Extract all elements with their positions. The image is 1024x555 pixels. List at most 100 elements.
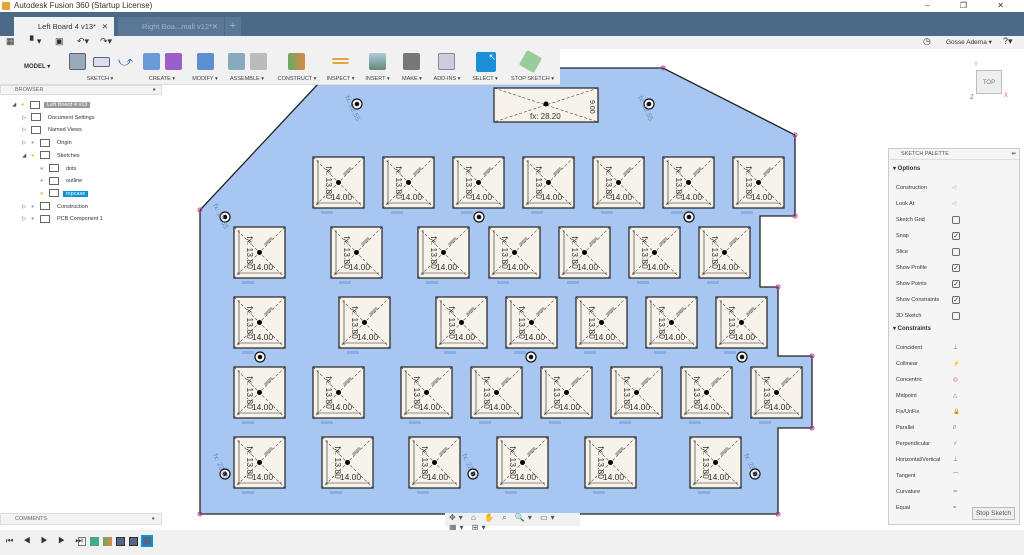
add-comment-icon[interactable]: ● [152,514,155,525]
visibility-bulb-icon[interactable]: ● [40,164,49,174]
height-dimension[interactable]: fx: 13.80 [657,306,667,339]
height-dimension[interactable]: fx: 13.80 [245,376,255,409]
browser-node-dots[interactable]: ● dots [40,164,79,174]
timeline-component-icon[interactable] [78,537,86,546]
key-cutout[interactable]: 14.00fx: 13.80 [408,436,461,494]
checkbox[interactable]: ✓ [952,232,960,240]
timeline-active-sketch-icon[interactable] [141,535,153,547]
key-cutout[interactable]: 14.00fx: 13.80 [470,366,523,424]
palette-section-header[interactable]: ▾ Options [893,165,920,172]
height-dimension[interactable]: fx: 13.80 [692,376,702,409]
spline-icon[interactable]: ⤻ [117,53,134,70]
view-cube[interactable]: TOP [976,70,1002,94]
expand-toggle-icon[interactable]: ◢ [22,151,31,161]
3d-print-icon[interactable] [403,53,420,70]
key-cutout[interactable]: 14.00fx: 13.80 [312,156,365,214]
stop-sketch-button[interactable]: Stop Sketch [971,507,1015,520]
key-cutout[interactable]: 14.00fx: 13.80 [452,156,505,214]
key-cutout[interactable]: 14.00fx: 13.80 [540,366,593,424]
key-cutout[interactable]: 14.00fx: 13.80 [338,296,391,354]
visibility-bulb-icon[interactable]: ● [21,100,30,110]
palette-option[interactable]: Construction ◁ [896,181,1011,195]
insert-image-icon[interactable] [369,53,386,70]
top-box-width-dimension[interactable]: fx: 28.20 [530,112,561,121]
height-dimension[interactable]: fx: 13.80 [596,446,606,479]
select-icon[interactable]: ↖ [476,52,496,72]
height-dimension[interactable]: fx: 13.80 [429,236,439,269]
top-box[interactable]: fx: 28.20 9.00 [493,87,599,123]
height-dimension[interactable]: fx: 13.80 [534,166,544,199]
height-dimension[interactable]: fx: 13.80 [447,306,457,339]
key-cutout[interactable]: 14.00fx: 13.80 [496,436,549,494]
timeline-plane-icon[interactable] [103,537,112,546]
select-group[interactable]: ↖ SELECT ▾ [467,49,503,85]
constraint-coincident[interactable]: Coincident ⊥ [896,341,1011,355]
expand-toggle-icon[interactable]: ▷ [22,125,31,135]
height-dimension[interactable]: fx: 13.80 [701,446,711,479]
key-cutout[interactable]: 14.00fx: 13.80 [610,366,663,424]
height-dimension[interactable]: fx: 13.80 [640,236,650,269]
key-cutout[interactable]: 14.00fx: 13.80 [750,366,803,424]
measure-icon[interactable] [332,58,349,64]
navigation-bar[interactable]: ✥▾ ⌂ ✋ ⌕ 🔍▾ ▭▾ ▦▾ ⊞▾ [445,513,580,532]
palette-option[interactable]: Show Constraints ✓ [896,293,1011,307]
stop-sketch-group[interactable]: STOP SKETCH ▾ [505,49,560,85]
constraint-midpoint[interactable]: Midpoint △ [896,389,1011,403]
browser-node-outline[interactable]: ● outline [40,176,85,186]
height-dimension[interactable]: fx: 13.80 [727,306,737,339]
height-dimension[interactable]: fx: 13.80 [500,236,510,269]
height-dimension[interactable]: fx: 13.80 [604,166,614,199]
height-dimension[interactable]: fx: 13.80 [482,376,492,409]
browser-node-document-settings[interactable]: ▷ Document Settings [22,113,97,123]
key-cutout[interactable]: 14.00fx: 13.80 [689,436,742,494]
key-cutout[interactable]: 14.00fx: 13.80 [312,366,365,424]
key-cutout[interactable]: 14.00fx: 13.80 [321,436,374,494]
height-dimension[interactable]: fx: 13.80 [552,376,562,409]
browser-node-construction[interactable]: ▷ ● Construction [22,202,91,212]
height-dimension[interactable]: fx: 13.80 [333,446,343,479]
expand-toggle-icon[interactable]: ▷ [22,138,31,148]
key-cutout[interactable]: 14.00fx: 13.80 [382,156,435,214]
height-dimension[interactable]: fx: 13.80 [674,166,684,199]
sketch-group[interactable]: ⤻ SKETCH ▾ [65,49,135,85]
constraint-collinear[interactable]: Collinear ⚡ [896,357,1011,371]
insert-group[interactable]: INSERT ▾ [360,49,395,85]
palette-option[interactable]: Slice [896,245,1011,259]
key-cutout[interactable]: 14.00fx: 13.80 [592,156,645,214]
extrude-icon[interactable] [143,53,160,70]
option-icon[interactable]: ◁ [952,181,956,195]
height-dimension[interactable]: fx: 13.80 [570,236,580,269]
create-group[interactable]: CREATE ▾ [137,49,187,85]
playback-controls[interactable]: ⏮ ◀ ▶ ▶ ⏭ [6,536,87,546]
scripts-icon[interactable] [438,53,455,70]
height-dimension[interactable]: fx: 13.80 [342,236,352,269]
constraint-tangent[interactable]: Tangent ⌒ [896,469,1011,483]
timeline-body-icon[interactable] [90,537,99,546]
visibility-bulb-icon[interactable]: ● [40,176,49,186]
height-dimension[interactable]: fx: 13.80 [350,306,360,339]
expand-toggle-icon[interactable]: ▷ [22,113,31,123]
offset-plane-icon[interactable] [288,53,305,70]
height-dimension[interactable]: fx: 13.80 [412,376,422,409]
new-component-icon[interactable] [228,53,245,70]
checkbox[interactable]: ✓ [952,280,960,288]
key-cutout[interactable]: 14.00fx: 13.80 [645,296,698,354]
height-dimension[interactable]: fx: 13.80 [517,306,527,339]
palette-option[interactable]: Snap ✓ [896,229,1011,243]
top-box-height-dimension[interactable]: 9.00 [588,100,595,114]
height-dimension[interactable]: fx: 13.80 [762,376,772,409]
browser-node-left-board-4-v13[interactable]: ◢ ● Left Board 4 v13 [12,100,91,110]
addins-group[interactable]: ADD-INS ▾ [429,49,465,85]
key-cutout[interactable]: 14.00fx: 13.80 [488,226,541,284]
constraint-horizontal-vertical[interactable]: Horizontal/Vertical ⊥ [896,453,1011,467]
key-cutout[interactable]: 14.00fx: 13.80 [575,296,628,354]
key-cutout[interactable]: 14.00fx: 13.80 [505,296,558,354]
key-cutout[interactable]: 14.00fx: 13.80 [435,296,488,354]
workspace-switcher[interactable]: MODEL ▾ [8,49,63,85]
browser-node-topcase[interactable]: ● topcase [40,189,89,199]
timeline-sketch-icon[interactable] [129,537,138,546]
visibility-bulb-icon[interactable]: ● [31,202,40,212]
key-cutout[interactable]: 14.00fx: 13.80 [584,436,637,494]
expand-toggle-icon[interactable]: ◢ [12,100,21,110]
form-icon[interactable] [165,53,182,70]
